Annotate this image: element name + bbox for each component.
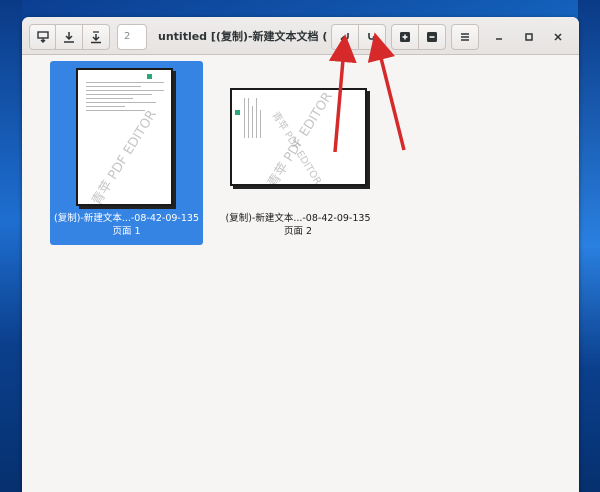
page-number-value: 2 bbox=[124, 31, 131, 42]
page-1-label: 页面 1 bbox=[112, 226, 141, 237]
download-icon bbox=[64, 32, 74, 43]
download-all-icon bbox=[91, 31, 101, 44]
page-2-text-lines bbox=[244, 98, 264, 138]
maximize-button[interactable] bbox=[519, 27, 539, 47]
page-thumbnail-area: 青苹 PDF EDITOR (复制)-新建文本...-08-42-09-135 … bbox=[22, 56, 579, 492]
minimize-icon bbox=[496, 38, 502, 40]
page-number-field[interactable]: 2 bbox=[117, 24, 147, 50]
header-bar: 2 untitled [(复制)-新建文本文档 (2… bbox=[22, 17, 579, 55]
zoom-in-button[interactable] bbox=[391, 24, 419, 50]
rotate-left-button[interactable] bbox=[331, 24, 359, 50]
page-1-text-lines bbox=[86, 82, 164, 114]
zoom-out-button[interactable] bbox=[418, 24, 446, 50]
export-button[interactable] bbox=[82, 24, 110, 50]
page-1-filename: (复制)-新建文本...-08-42-09-135 bbox=[53, 213, 199, 224]
page-2-label: 页面 2 bbox=[283, 226, 313, 237]
import-icon bbox=[37, 31, 49, 43]
desktop-background-right bbox=[578, 0, 600, 492]
save-button[interactable] bbox=[55, 24, 83, 50]
page-2-preview: 青苹 PDF EDITOR 青苹 PDF EDITOR bbox=[230, 88, 367, 186]
minus-square-icon bbox=[427, 32, 437, 42]
rotate-right-button[interactable] bbox=[358, 24, 386, 50]
window-title: untitled [(复制)-新建文本文档 (2… bbox=[158, 30, 328, 43]
app-window: 2 untitled [(复制)-新建文本文档 (2… 青苹 PDF EDITO… bbox=[22, 17, 579, 492]
page-thumbnail-2[interactable]: 青苹 PDF EDITOR 青苹 PDF EDITOR (复制)-新建文本...… bbox=[218, 61, 378, 245]
page-2-badge bbox=[235, 110, 240, 115]
desktop-background-left bbox=[0, 0, 22, 492]
close-icon bbox=[554, 33, 562, 41]
page-1-preview: 青苹 PDF EDITOR bbox=[76, 68, 173, 206]
minimize-button[interactable] bbox=[489, 27, 509, 47]
page-1-badge bbox=[147, 74, 152, 79]
insert-pages-button[interactable] bbox=[29, 24, 57, 50]
rotate-right-icon bbox=[368, 33, 377, 43]
plus-square-icon bbox=[400, 32, 410, 42]
maximize-icon bbox=[525, 33, 533, 41]
page-2-filename: (复制)-新建文本...-08-42-09-135 bbox=[225, 213, 371, 224]
page-1-watermark: 青苹 PDF EDITOR bbox=[89, 107, 160, 206]
menu-button[interactable] bbox=[451, 24, 479, 50]
rotate-left-icon bbox=[340, 33, 349, 43]
page-thumbnail-1[interactable]: 青苹 PDF EDITOR (复制)-新建文本...-08-42-09-135 … bbox=[50, 61, 203, 245]
hamburger-menu-icon bbox=[461, 33, 469, 41]
close-button[interactable] bbox=[548, 27, 568, 47]
